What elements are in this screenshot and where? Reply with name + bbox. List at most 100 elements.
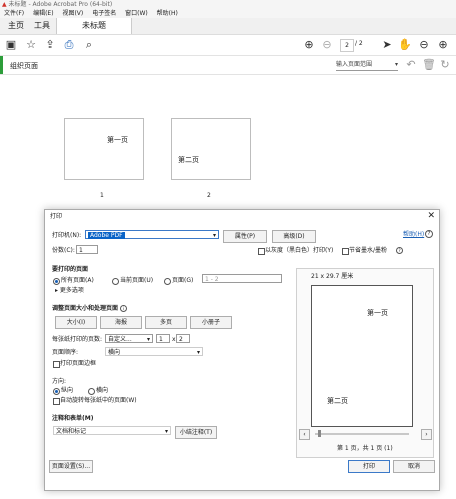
save-icon[interactable]: ▣ xyxy=(4,38,18,52)
rotate-icon[interactable]: ↻ xyxy=(438,58,452,72)
page-range-value: 1 - 2 xyxy=(205,276,219,283)
auto-rotate-label: 自动旋转每张纸中的页面(W) xyxy=(60,397,137,404)
menu-esign[interactable]: 电子签名 xyxy=(92,10,116,17)
page-range-field[interactable]: 1 - 2 xyxy=(202,274,282,283)
size-button[interactable]: 大小(I) xyxy=(55,316,97,329)
size-section-title: 调整页面大小和处理页面 xyxy=(52,305,119,312)
print-dialog: 打印 ✕ 打印机(N): Adobe PDF ▾ 属性(P) 高级(D) 帮助(… xyxy=(44,209,440,491)
comments-value: 文档和标记 xyxy=(56,428,87,435)
menu-file[interactable]: 文件(F) xyxy=(4,10,24,17)
print-border-checkbox[interactable] xyxy=(53,361,60,368)
properties-button[interactable]: 属性(P) xyxy=(223,230,267,243)
menu-bar: 文件(F) 编辑(E) 视图(V) 电子签名 窗口(W) 帮助(H) xyxy=(0,9,456,18)
menu-edit[interactable]: 编辑(E) xyxy=(33,10,53,17)
previous-page-icon[interactable]: ⊕ xyxy=(302,38,316,52)
page-range-placeholder: 输入页面范围 xyxy=(336,61,373,68)
copies-input[interactable]: 1 xyxy=(76,245,98,254)
multiple-button[interactable]: 多页 xyxy=(145,316,187,329)
preview-next-button[interactable]: › xyxy=(421,429,432,440)
preview-slider-thumb[interactable] xyxy=(318,430,321,437)
more-options-toggle[interactable]: ▸ 更多选项 xyxy=(55,287,84,295)
poster-button[interactable]: 海报 xyxy=(100,316,142,329)
copies-label: 份数(C): xyxy=(52,247,75,254)
zoom-in-icon[interactable]: ⊕ xyxy=(436,38,450,52)
preview-page: 第一页 第二页 xyxy=(311,285,413,427)
hand-tool-icon[interactable]: ✋ xyxy=(398,38,412,52)
bookmark-star-icon[interactable]: ☆ xyxy=(24,38,38,52)
page-number-2: 2 xyxy=(207,192,211,199)
next-page-icon[interactable]: ⊖ xyxy=(320,38,334,52)
tab-document[interactable]: 未标题 xyxy=(56,18,132,34)
tab-document-label: 未标题 xyxy=(82,21,106,30)
portrait-radio[interactable] xyxy=(53,388,60,395)
current-page-label: 当前页面(U) xyxy=(120,277,154,284)
page-order-label: 页面顺序: xyxy=(52,349,79,356)
help-icon[interactable]: ? xyxy=(425,230,433,238)
current-page-radio[interactable] xyxy=(112,278,119,285)
page-range-input[interactable]: 输入页面范围 ▾ xyxy=(336,59,398,71)
search-icon[interactable]: ⌕ xyxy=(82,38,96,52)
close-icon[interactable]: ✕ xyxy=(427,211,435,221)
booklet-button[interactable]: 小册子 xyxy=(190,316,232,329)
pages-radio[interactable] xyxy=(164,278,171,285)
chevron-down-icon: ▾ xyxy=(394,61,398,68)
page-thumbnail-2[interactable]: 第二页 xyxy=(171,118,251,180)
print-icon[interactable]: ⎙ xyxy=(62,38,76,52)
print-border-label: 打印页面边框 xyxy=(60,360,97,367)
tab-tools[interactable]: 工具 xyxy=(28,18,56,34)
menu-window[interactable]: 窗口(W) xyxy=(125,10,148,17)
page-number-input[interactable]: 2 xyxy=(340,39,354,52)
summarize-comments-button[interactable]: 小结注释(T) xyxy=(175,426,217,439)
print-preview-panel: 21 x 29.7 厘米 第一页 第二页 ‹ › 第 1 页，共 1 页 (1) xyxy=(296,268,434,458)
preview-prev-button[interactable]: ‹ xyxy=(299,429,310,440)
print-button[interactable]: 打印 xyxy=(348,460,390,473)
preview-page-status: 第 1 页，共 1 页 (1) xyxy=(337,445,393,452)
chevron-down-icon: ▾ xyxy=(212,232,216,239)
save-ink-checkbox[interactable] xyxy=(342,248,349,255)
zoom-out-icon[interactable]: ⊖ xyxy=(417,38,431,52)
info-icon[interactable]: ? xyxy=(396,247,403,254)
menu-help[interactable]: 帮助(H) xyxy=(157,10,178,17)
page-2-text: 第二页 xyxy=(178,156,199,164)
preview-page-2-text: 第二页 xyxy=(327,397,348,405)
all-pages-radio[interactable] xyxy=(53,278,60,285)
page-1-text: 第一页 xyxy=(107,136,128,144)
rows-input[interactable]: 2 xyxy=(176,334,190,343)
accent-stripe xyxy=(0,56,3,74)
select-cursor-icon[interactable]: ➤ xyxy=(380,38,394,52)
page-order-select[interactable]: 横向 ▾ xyxy=(105,347,203,356)
chevron-down-icon: ▾ xyxy=(146,336,150,343)
pages-per-sheet-select[interactable]: 自定义... ▾ xyxy=(105,334,153,343)
pages-option-label: 页面(G) xyxy=(172,277,194,284)
copies-value: 1 xyxy=(79,247,83,254)
rows-value: 2 xyxy=(179,336,183,343)
printer-select[interactable]: Adobe PDF ▾ xyxy=(85,230,219,239)
landscape-radio[interactable] xyxy=(88,388,95,395)
save-ink-label: 节省墨水/墨粉 xyxy=(349,247,388,254)
info-icon[interactable]: i xyxy=(120,305,127,312)
columns-input[interactable]: 1 xyxy=(156,334,170,343)
cancel-button[interactable]: 取消 xyxy=(393,460,435,473)
menu-view[interactable]: 视图(V) xyxy=(62,10,83,17)
undo-icon[interactable]: ↶ xyxy=(404,58,418,72)
grayscale-checkbox[interactable] xyxy=(258,248,265,255)
printer-label: 打印机(N): xyxy=(52,232,82,239)
acrobat-logo-icon: ▲ xyxy=(2,1,7,8)
pages-per-sheet-label: 每张纸打印的页数: xyxy=(52,336,103,343)
portrait-label: 纵向 xyxy=(61,387,74,394)
page-thumbnail-1[interactable]: 第一页 xyxy=(64,118,144,180)
tab-home[interactable]: 主页 xyxy=(2,18,30,34)
page-setup-button[interactable]: 页面设置(S)... xyxy=(49,460,93,473)
preview-slider[interactable] xyxy=(315,433,409,435)
auto-rotate-checkbox[interactable] xyxy=(53,398,60,405)
help-link[interactable]: 帮助(H) xyxy=(403,231,424,239)
total-pages: / 2 xyxy=(355,40,363,47)
delete-icon[interactable]: 🗑 xyxy=(422,58,436,72)
comments-select[interactable]: 文档和标记 ▾ xyxy=(53,426,171,435)
chevron-down-icon: ▾ xyxy=(196,349,200,356)
upload-cloud-icon[interactable]: ⇪ xyxy=(43,38,57,52)
tab-bar: 主页 工具 未标题 xyxy=(0,18,456,35)
advanced-button[interactable]: 高级(D) xyxy=(272,230,316,243)
organize-pages-title: 组织页面 xyxy=(10,62,38,70)
orientation-label: 方向: xyxy=(52,378,67,385)
